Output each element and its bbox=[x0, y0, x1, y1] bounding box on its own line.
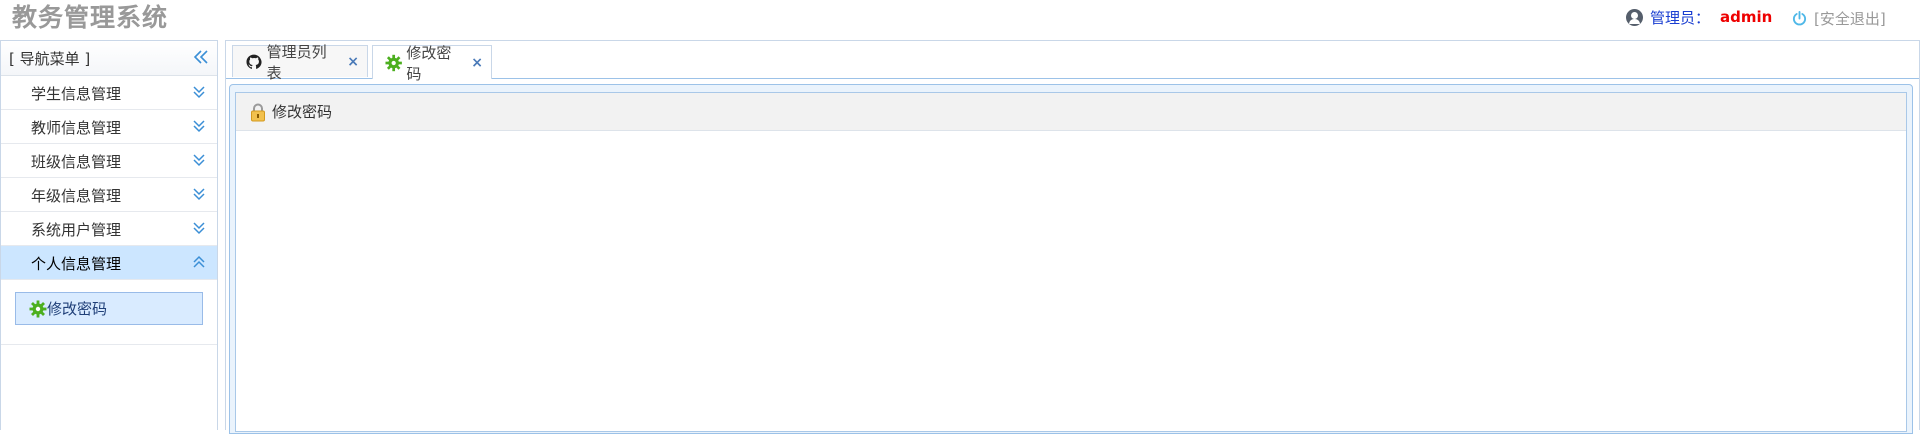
main-area: 管理员列表 × 修改密码 × 修改密码 bbox=[225, 40, 1920, 434]
submenu-personal: 修改密码 bbox=[1, 280, 217, 345]
sidebar-item-label: 系统用户管理 bbox=[31, 221, 122, 239]
tab-content-panel: 修改密码 bbox=[229, 84, 1913, 434]
change-password-panel: 修改密码 bbox=[235, 92, 1907, 432]
chevron-double-down-icon bbox=[193, 120, 205, 133]
user-name: admin bbox=[1720, 8, 1773, 26]
chevron-double-down-icon bbox=[193, 154, 205, 167]
close-icon[interactable]: × bbox=[347, 54, 359, 70]
chevron-double-up-icon bbox=[193, 255, 205, 268]
app-header: 教务管理系统 管理员： admin [安全退出] bbox=[0, 0, 1920, 40]
navigation-sidebar: [ 导航菜单 ] 学生信息管理 教师信息管理 班级信息管理 年级信息管理 系统用… bbox=[0, 40, 218, 430]
sidebar-header: [ 导航菜单 ] bbox=[1, 41, 217, 76]
user-icon bbox=[1626, 8, 1643, 26]
github-icon bbox=[246, 54, 262, 69]
gear-icon bbox=[385, 54, 402, 71]
tab-admin-list[interactable]: 管理员列表 × bbox=[232, 43, 368, 82]
logout-button[interactable]: [安全退出] bbox=[1792, 8, 1886, 29]
sidebar-item-label: 学生信息管理 bbox=[31, 85, 122, 103]
sidebar-item-label: 班级信息管理 bbox=[31, 153, 122, 171]
sidebar-item-class[interactable]: 班级信息管理 bbox=[1, 144, 217, 178]
sidebar-item-label: 个人信息管理 bbox=[31, 255, 122, 273]
sidebar-item-personal[interactable]: 个人信息管理 bbox=[1, 246, 217, 280]
sidebar-item-label: 年级信息管理 bbox=[31, 187, 122, 205]
collapse-sidebar-icon[interactable] bbox=[193, 49, 209, 65]
close-icon[interactable]: × bbox=[471, 55, 483, 71]
sidebar-item-student[interactable]: 学生信息管理 bbox=[1, 76, 217, 110]
sidebar-item-system-user[interactable]: 系统用户管理 bbox=[1, 212, 217, 246]
app-title: 教务管理系统 bbox=[12, 3, 169, 32]
lock-icon bbox=[251, 103, 265, 121]
tab-label: 管理员列表 bbox=[266, 42, 327, 82]
sidebar-item-label: 教师信息管理 bbox=[31, 119, 122, 137]
user-label: 管理员： bbox=[1650, 8, 1711, 27]
power-icon bbox=[1792, 11, 1807, 26]
chevron-double-down-icon bbox=[193, 86, 205, 99]
sidebar-item-grade[interactable]: 年级信息管理 bbox=[1, 178, 217, 212]
chevron-double-down-icon bbox=[193, 222, 205, 235]
sidebar-title: [ 导航菜单 ] bbox=[9, 50, 91, 68]
submenu-item-change-password[interactable]: 修改密码 bbox=[15, 292, 203, 325]
tab-change-password[interactable]: 修改密码 × bbox=[372, 44, 492, 83]
submenu-item-label: 修改密码 bbox=[47, 300, 108, 318]
tab-label: 修改密码 bbox=[406, 43, 452, 83]
gear-icon bbox=[29, 300, 47, 317]
chevron-double-down-icon bbox=[193, 188, 205, 201]
logout-label: [安全退出] bbox=[1814, 10, 1886, 28]
user-area: 管理员： admin bbox=[1626, 6, 1772, 28]
panel-header: 修改密码 bbox=[236, 93, 1906, 131]
sidebar-item-teacher[interactable]: 教师信息管理 bbox=[1, 110, 217, 144]
panel-title: 修改密码 bbox=[272, 103, 333, 121]
tabs-bar: 管理员列表 × 修改密码 × bbox=[226, 41, 1919, 83]
